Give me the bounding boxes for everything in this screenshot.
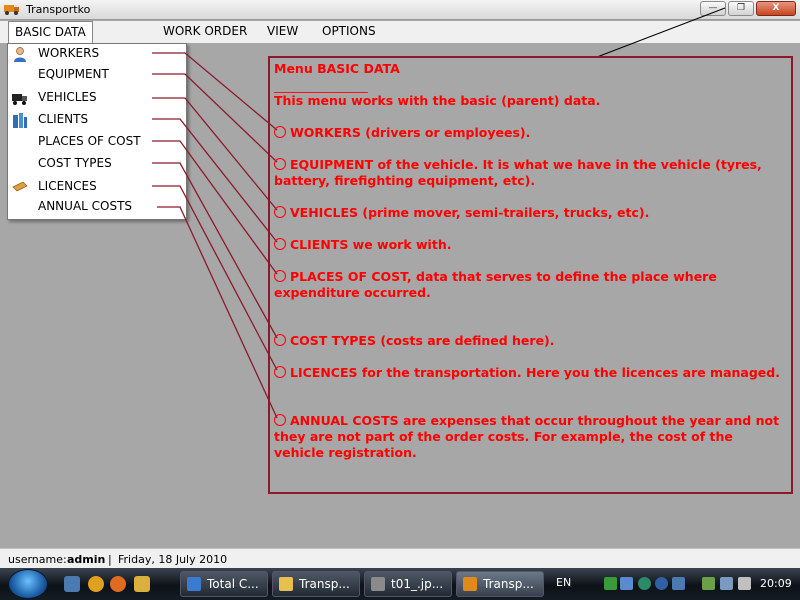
menu-item-vehicles[interactable]: VEHICLES (8, 88, 186, 108)
bullet-circle-icon (274, 158, 286, 170)
menu-view[interactable]: VIEW (267, 24, 298, 38)
taskbar: Total C... Transp... t01_.jp... Transp..… (0, 568, 800, 600)
help-entry-workers: WORKERS (drivers or employees). (274, 125, 783, 141)
user-icon (14, 47, 26, 62)
tray-device-icon[interactable] (672, 577, 685, 590)
menu-item-label: CLIENTS (38, 112, 89, 126)
status-bar: username: admin | Friday, 18 July 2010 (0, 548, 800, 568)
folder-icon (279, 577, 293, 591)
tray-battery-icon[interactable] (702, 577, 715, 590)
menu-item-places-of-cost[interactable]: PLACES OF COST (8, 132, 186, 152)
menu-options[interactable]: OPTIONS (322, 24, 376, 38)
help-separator: _______________ (274, 78, 368, 93)
truck-icon (12, 94, 27, 105)
firefox-icon[interactable] (110, 576, 126, 592)
bullet-circle-icon (274, 206, 286, 218)
help-entry-cost-types: COST TYPES (costs are defined here). (274, 333, 783, 349)
minimize-button[interactable]: — (700, 1, 726, 16)
help-entry-vehicles: VEHICLES (prime mover, semi-trailers, tr… (274, 205, 783, 221)
menu-basic-data[interactable]: BASIC DATA (8, 21, 93, 43)
menu-work-order[interactable]: WORK ORDER (163, 24, 247, 38)
bullet-circle-icon (274, 126, 286, 138)
menu-item-equipment[interactable]: EQUIPMENT (8, 65, 186, 85)
close-button[interactable]: X (756, 1, 796, 16)
menu-item-licences[interactable]: LICENCES (8, 177, 186, 197)
tray-security-icon[interactable] (655, 577, 668, 590)
task-total-commander[interactable]: Total C... (180, 571, 268, 597)
show-desktop-icon[interactable] (64, 576, 80, 592)
username-label: username: (8, 553, 67, 566)
help-entry-licences: LICENCES for the transportation. Here yo… (274, 365, 783, 381)
task-transportko-app[interactable]: Transp... (456, 571, 544, 597)
menu-item-label: WORKERS (38, 46, 100, 60)
menu-item-label: VEHICLES (38, 90, 97, 104)
task-transportko-folder[interactable]: Transp... (272, 571, 360, 597)
tray-update-icon[interactable] (638, 577, 651, 590)
help-intro: This menu works with the basic (parent) … (274, 93, 601, 108)
volume-icon[interactable] (738, 577, 751, 590)
total-commander-icon (187, 577, 201, 591)
status-separator: | (108, 553, 112, 566)
menu-item-cost-types[interactable]: COST TYPES (8, 154, 186, 174)
menu-item-label: COST TYPES (38, 156, 112, 170)
chrome-icon[interactable] (88, 576, 104, 592)
menu-item-annual-costs[interactable]: ANNUAL COSTS (8, 197, 186, 217)
help-panel: Menu BASIC DATA _______________ This men… (268, 56, 793, 494)
status-date: Friday, 18 July 2010 (118, 553, 228, 566)
licence-icon (12, 181, 28, 192)
bullet-circle-icon (274, 238, 286, 250)
basic-data-dropdown: WORKERS EQUIPMENT VEHICLES CLIENTS PLACE… (7, 43, 187, 220)
app-shortcut-icon[interactable] (134, 576, 150, 592)
help-title: Menu BASIC DATA (274, 61, 400, 76)
menu-item-clients[interactable]: CLIENTS (8, 110, 186, 130)
bullet-circle-icon (274, 334, 286, 346)
truck-app-icon (4, 5, 19, 15)
menu-item-label: EQUIPMENT (38, 67, 109, 81)
title-bar: Transportko — ❐ X (0, 0, 800, 20)
menu-item-workers[interactable]: WORKERS (8, 44, 186, 64)
help-entry-places-of-cost: PLACES OF COST, data that serves to defi… (274, 269, 717, 300)
language-indicator[interactable]: EN (556, 576, 571, 589)
menu-item-label: PLACES OF COST (38, 134, 141, 148)
image-viewer-icon (371, 577, 385, 591)
bullet-circle-icon (274, 414, 286, 426)
connector-annual-costs (157, 206, 278, 419)
window-title: Transportko (26, 3, 91, 16)
bullet-circle-icon (274, 270, 286, 282)
menu-item-label: LICENCES (38, 179, 97, 193)
tray-network-icon[interactable] (604, 577, 617, 590)
tray-app-icon[interactable] (620, 577, 633, 590)
tray-display-icon[interactable] (720, 577, 733, 590)
help-entry-clients: CLIENTS we work with. (274, 237, 783, 253)
task-image-file[interactable]: t01_.jp... (364, 571, 452, 597)
maximize-button[interactable]: ❐ (728, 1, 754, 16)
username-value: admin (67, 553, 106, 566)
truck-app-icon (463, 577, 477, 591)
help-entry-equipment: EQUIPMENT of the vehicle. It is what we … (274, 157, 762, 188)
help-entry-annual-costs: ANNUAL COSTS are expenses that occur thr… (274, 413, 780, 460)
taskbar-clock[interactable]: 20:09 (760, 577, 792, 590)
start-button[interactable] (8, 569, 48, 599)
bullet-circle-icon (274, 366, 286, 378)
menu-bar: BASIC DATA WORK ORDER VIEW OPTIONS (0, 21, 800, 43)
menu-item-label: ANNUAL COSTS (38, 199, 133, 213)
building-icon (13, 113, 27, 128)
